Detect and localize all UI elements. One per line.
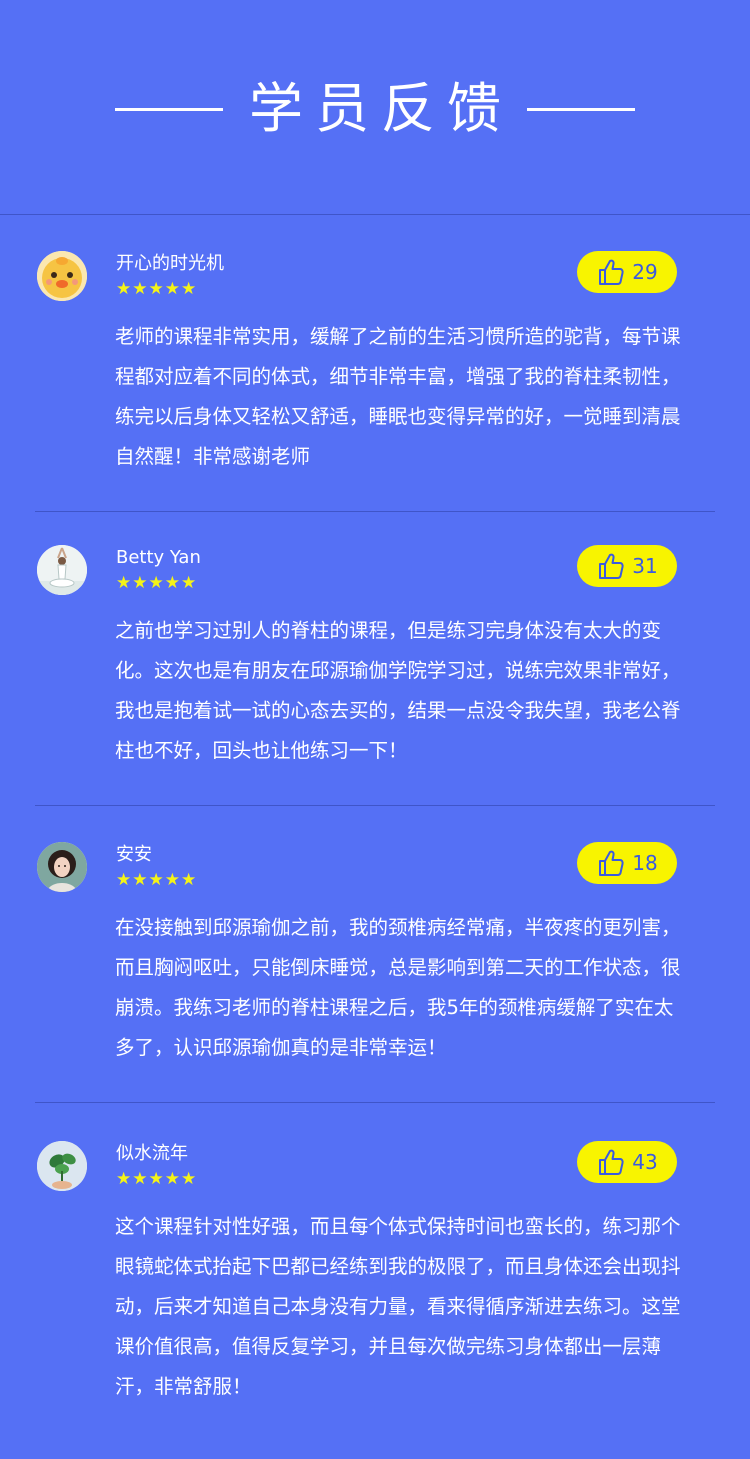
review-text: 这个课程针对性好强，而且每个体式保持时间也蛮长的，练习那个眼镜蛇体式抬起下巴都已…: [115, 1215, 681, 1398]
divider: [35, 805, 715, 806]
woman-portrait-avatar-icon: [37, 842, 87, 892]
like-button[interactable]: 31: [577, 545, 677, 587]
thumbs-up-icon: [599, 850, 624, 876]
star-rating: ★★★★★: [116, 573, 198, 593]
cartoon-chick-avatar-icon: [37, 251, 87, 301]
like-button[interactable]: 29: [577, 251, 677, 293]
star-rating: ★★★★★: [116, 870, 198, 890]
plant-leaf-avatar-icon: [37, 1141, 87, 1191]
like-button[interactable]: 43: [577, 1141, 677, 1183]
like-button[interactable]: 18: [577, 842, 677, 884]
like-count: 29: [632, 260, 658, 284]
thumbs-up-icon: [599, 553, 624, 579]
divider: [35, 511, 715, 512]
review-text: 老师的课程非常实用，缓解了之前的生活习惯所造的驼背，每节课程都对应着不同的体式，…: [115, 325, 681, 468]
review-card: 开心的时光机 ★★★★★ 29 老师的课程非常实用，缓解了之前的生活习惯所造的驼…: [35, 251, 715, 481]
title-left-rule: [115, 107, 223, 111]
like-count: 18: [632, 851, 658, 875]
review-card: 似水流年 ★★★★★ 43 这个课程针对性好强，而且每个体式保持时间也蛮长的，练…: [35, 1141, 715, 1421]
star-rating: ★★★★★: [116, 279, 198, 299]
review-text: 之前也学习过别人的脊柱的课程，但是练习完身体没有太大的变化。这次也是有朋友在邱源…: [115, 619, 681, 762]
yoga-pose-avatar-icon: [37, 545, 87, 595]
like-count: 43: [632, 1150, 658, 1174]
thumbs-up-icon: [599, 1149, 624, 1175]
page-title: 学员反馈: [249, 77, 513, 140]
reviewer-name: 开心的时光机: [116, 253, 224, 274]
reviewer-name: 安安: [116, 844, 152, 865]
review-card: 安安 ★★★★★ 18 在没接触到邱源瑜伽之前，我的颈椎病经常痛，半夜疼的更列害…: [35, 842, 715, 1072]
page-header: 学员反馈: [0, 0, 750, 215]
title-row: 学员反馈: [0, 74, 750, 144]
star-rating: ★★★★★: [116, 1169, 198, 1189]
reviewer-name: 似水流年: [116, 1143, 188, 1164]
like-count: 31: [632, 554, 658, 578]
divider: [35, 1102, 715, 1103]
review-text: 在没接触到邱源瑜伽之前，我的颈椎病经常痛，半夜疼的更列害，而且胸闷呕吐，只能倒床…: [115, 916, 681, 1059]
title-right-rule: [527, 107, 635, 111]
review-card: Betty Yan ★★★★★ 31 之前也学习过别人的脊柱的课程，但是练习完身…: [35, 545, 715, 775]
thumbs-up-icon: [599, 259, 624, 285]
reviewer-name: Betty Yan: [116, 547, 201, 568]
